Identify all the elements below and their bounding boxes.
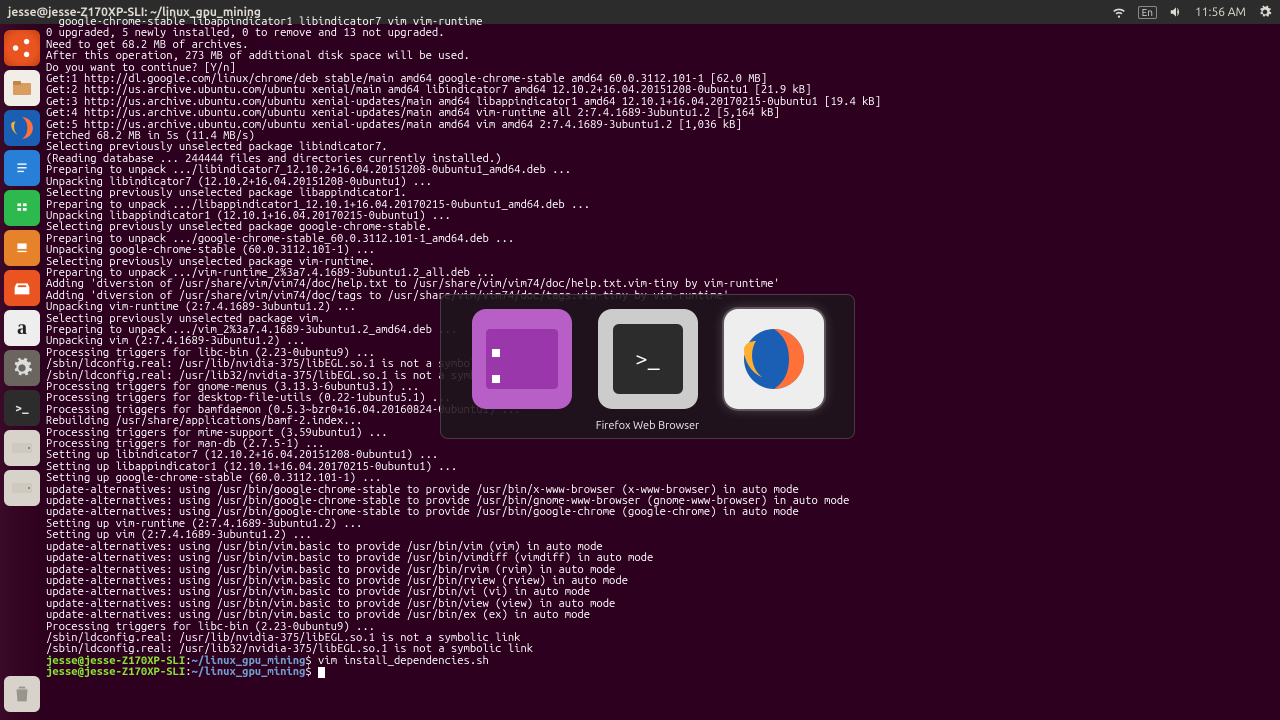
files-window-icon — [486, 329, 558, 389]
terminal-line: Selecting previously unselected package … — [46, 221, 1276, 232]
drive1-icon[interactable] — [4, 430, 40, 466]
terminal-line: Selecting previously unselected package … — [46, 187, 1276, 198]
unity-launcher: a >_ — [0, 24, 44, 720]
terminal-line: After this operation, 273 MB of addition… — [46, 50, 1276, 61]
impress-icon[interactable] — [4, 230, 40, 266]
terminal-line: update-alternatives: using /usr/bin/vim.… — [46, 552, 1276, 563]
amazon-icon[interactable]: a — [4, 310, 40, 346]
terminal-icon[interactable]: >_ — [4, 390, 40, 426]
terminal-line: update-alternatives: using /usr/bin/vim.… — [46, 609, 1276, 620]
writer-icon[interactable] — [4, 150, 40, 186]
switcher-item-terminal[interactable]: >_ — [598, 309, 698, 409]
drive2-icon[interactable] — [4, 470, 40, 506]
switcher-item-firefox[interactable] — [724, 309, 824, 409]
calc-icon[interactable] — [4, 190, 40, 226]
terminal-window-icon: >_ — [613, 324, 683, 394]
switcher-label: Firefox Web Browser — [441, 420, 854, 432]
terminal-line: update-alternatives: using /usr/bin/vim.… — [46, 586, 1276, 597]
terminal-line: Get:4 http://us.archive.ubuntu.com/ubunt… — [46, 107, 1276, 118]
switcher-item-files[interactable] — [472, 309, 572, 409]
terminal-line: Unpacking google-chrome-stable (60.0.311… — [46, 244, 1276, 255]
app-switcher[interactable]: >_ Firefox Web Browser — [440, 294, 855, 439]
trash-icon[interactable] — [4, 676, 40, 712]
firefox-window-icon — [738, 323, 810, 395]
cursor — [318, 667, 325, 678]
terminal-line: Setting up vim (2:7.4.1689-3ubuntu1.2) .… — [46, 529, 1276, 540]
software-icon[interactable] — [4, 270, 40, 306]
settings-icon[interactable] — [4, 350, 40, 386]
terminal-prompt[interactable]: jesse@jesse-Z170XP-SLI:~/linux_gpu_minin… — [46, 666, 1276, 678]
terminal-line: Preparing to unpack .../libindicator7_12… — [46, 164, 1276, 175]
terminal-line: Setting up google-chrome-stable (60.0.31… — [46, 472, 1276, 483]
dash-icon[interactable] — [4, 30, 40, 66]
firefox-icon[interactable] — [4, 110, 40, 146]
files-icon[interactable] — [4, 70, 40, 106]
